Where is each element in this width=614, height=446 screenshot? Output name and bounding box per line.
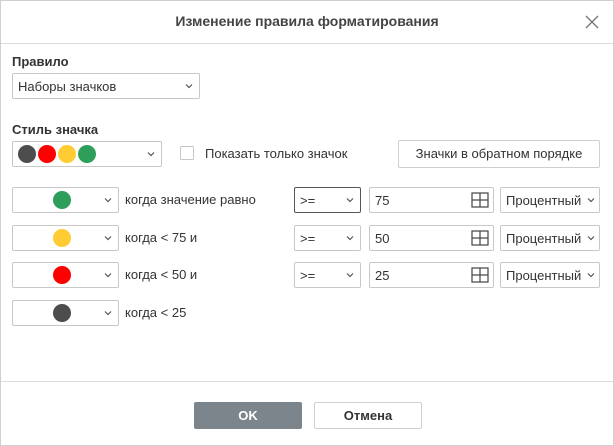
row1-operator-value: >= xyxy=(300,193,316,208)
chevron-down-icon xyxy=(587,198,595,203)
row1-value-input[interactable]: 75 xyxy=(369,187,494,213)
chevron-down-icon xyxy=(104,273,112,278)
row2-condition: когда < 75 и xyxy=(125,230,198,245)
chevron-down-icon xyxy=(346,236,354,241)
row4-icon-dot xyxy=(53,304,71,322)
row2-icon-select[interactable] xyxy=(12,225,119,251)
row3-operator-select[interactable]: >= xyxy=(294,262,361,288)
row3-value: 25 xyxy=(375,268,390,283)
row3-type-value: Процентный xyxy=(506,268,582,283)
icon-style-dot-gray xyxy=(18,145,36,163)
chevron-down-icon xyxy=(587,273,595,278)
rule-label: Правило xyxy=(12,54,69,69)
row2-value: 50 xyxy=(375,231,390,246)
row2-icon-dot xyxy=(53,229,71,247)
row2-type-select[interactable]: Процентный xyxy=(500,225,600,251)
row2-operator-value: >= xyxy=(300,231,316,246)
close-icon[interactable] xyxy=(583,13,601,31)
row3-operator-value: >= xyxy=(300,268,316,283)
dialog-titlebar: Изменение правила форматирования xyxy=(1,1,613,44)
row1-condition: когда значение равно xyxy=(125,192,256,207)
icon-style-select[interactable] xyxy=(12,141,162,167)
chevron-down-icon xyxy=(104,198,112,203)
chevron-down-icon xyxy=(346,273,354,278)
row3-icon-dot xyxy=(53,266,71,284)
row2-operator-select[interactable]: >= xyxy=(294,225,361,251)
dialog-title: Изменение правила форматирования xyxy=(175,13,439,29)
row1-icon-dot xyxy=(53,191,71,209)
format-rule-dialog: Изменение правила форматирования Правило… xyxy=(0,0,614,446)
select-range-icon[interactable] xyxy=(471,192,489,208)
chevron-down-icon xyxy=(346,198,354,203)
reverse-icons-button[interactable]: Значки в обратном порядке xyxy=(398,140,600,168)
row1-value: 75 xyxy=(375,193,390,208)
chevron-down-icon xyxy=(587,236,595,241)
chevron-down-icon xyxy=(104,311,112,316)
ok-button[interactable]: OK xyxy=(194,402,302,429)
icon-style-label: Стиль значка xyxy=(12,122,99,137)
rule-select-value: Наборы значков xyxy=(18,79,117,94)
chevron-down-icon xyxy=(147,152,155,157)
chevron-down-icon xyxy=(185,84,193,89)
cancel-button[interactable]: Отмена xyxy=(314,402,422,429)
row1-type-select[interactable]: Процентный xyxy=(500,187,600,213)
select-range-icon[interactable] xyxy=(471,267,489,283)
row4-icon-select[interactable] xyxy=(12,300,119,326)
row3-condition: когда < 50 и xyxy=(125,267,198,282)
row1-operator-select[interactable]: >= xyxy=(294,187,361,213)
select-range-icon[interactable] xyxy=(471,230,489,246)
row3-value-input[interactable]: 25 xyxy=(369,262,494,288)
row2-type-value: Процентный xyxy=(506,231,582,246)
row3-icon-select[interactable] xyxy=(12,262,119,288)
show-icon-only-label: Показать только значок xyxy=(205,146,348,161)
chevron-down-icon xyxy=(104,236,112,241)
icon-style-dot-red xyxy=(38,145,56,163)
icon-style-dot-yellow xyxy=(58,145,76,163)
rule-select[interactable]: Наборы значков xyxy=(12,73,200,99)
row2-value-input[interactable]: 50 xyxy=(369,225,494,251)
icon-style-dot-green xyxy=(78,145,96,163)
row1-icon-select[interactable] xyxy=(12,187,119,213)
show-icon-only-checkbox[interactable] xyxy=(180,146,194,160)
row4-condition: когда < 25 xyxy=(125,305,187,320)
row1-type-value: Процентный xyxy=(506,193,582,208)
dialog-footer: OK Отмена xyxy=(1,381,613,446)
row3-type-select[interactable]: Процентный xyxy=(500,262,600,288)
